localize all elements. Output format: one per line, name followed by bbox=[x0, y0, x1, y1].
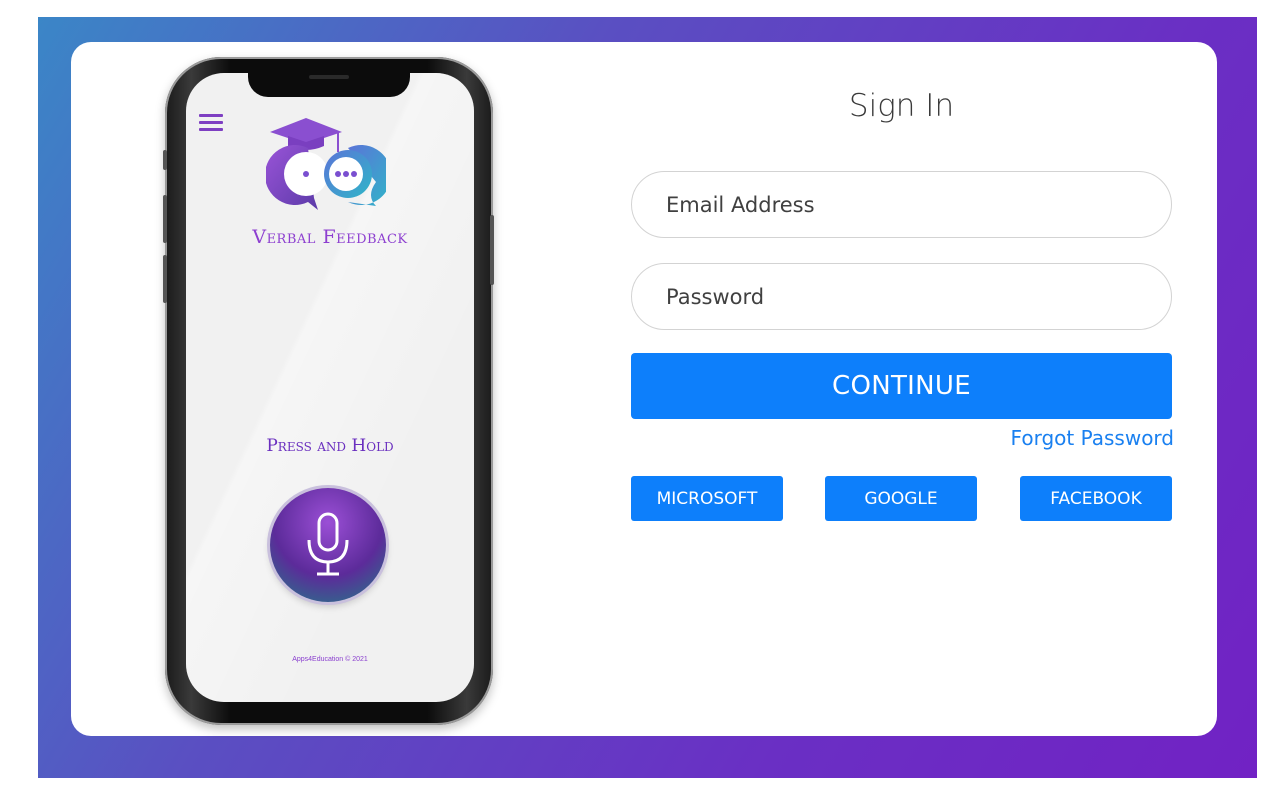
continue-button[interactable]: CONTINUE bbox=[631, 353, 1172, 419]
phone-speaker bbox=[309, 75, 349, 79]
phone-side-button bbox=[163, 195, 167, 243]
email-field bbox=[631, 171, 1172, 238]
graduation-chat-bubbles-logo bbox=[266, 118, 386, 210]
phone-side-button bbox=[163, 150, 167, 170]
microsoft-signin-button[interactable]: MICROSOFT bbox=[631, 476, 783, 521]
phone-side-button bbox=[490, 215, 494, 285]
password-field bbox=[631, 263, 1172, 330]
press-and-hold-label: Press and Hold bbox=[266, 436, 394, 456]
phone-side-button bbox=[163, 255, 167, 303]
app-brand-name: Verbal Feedback bbox=[252, 226, 408, 248]
page-title: Sign In bbox=[848, 88, 955, 124]
google-signin-button[interactable]: GOOGLE bbox=[825, 476, 977, 521]
hamburger-menu-icon[interactable] bbox=[199, 114, 223, 132]
copyright-text: Apps4Education © 2021 bbox=[292, 656, 368, 663]
record-button[interactable] bbox=[270, 488, 386, 602]
forgot-password-link[interactable]: Forgot Password bbox=[960, 426, 1174, 450]
email-input[interactable] bbox=[632, 172, 1171, 237]
microphone-icon bbox=[307, 512, 349, 576]
facebook-signin-button[interactable]: FACEBOOK bbox=[1020, 476, 1172, 521]
password-input[interactable] bbox=[632, 264, 1171, 329]
